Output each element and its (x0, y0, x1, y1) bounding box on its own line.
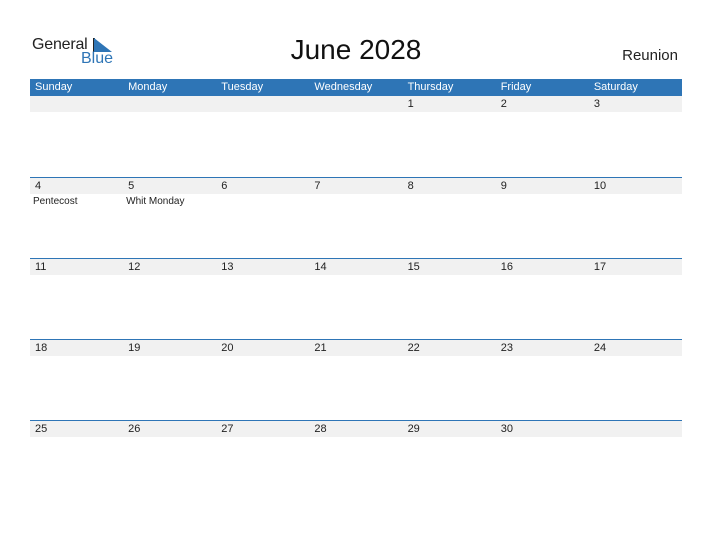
day-event (216, 356, 309, 357)
day-number: 18 (35, 342, 48, 354)
day-number (123, 96, 216, 112)
day-event (403, 194, 496, 208)
day-number: 5 (128, 180, 135, 192)
day-number: 13 (221, 261, 234, 273)
day-event (309, 437, 402, 438)
week-row: 1 2 3 (30, 96, 682, 177)
week-row: 4 5 6 7 8 9 10 Pentecost Whit Monday (30, 177, 682, 258)
day-event (403, 275, 496, 276)
weekday-monday: Monday (128, 81, 168, 93)
day-number: 15 (407, 261, 420, 273)
day-event (496, 356, 589, 357)
day-event (403, 356, 496, 357)
date-strip: 25 26 27 28 29 30 (30, 421, 682, 437)
day-number: 9 (500, 180, 507, 192)
week-row: 18 19 20 21 22 23 24 (30, 339, 682, 420)
event-strip: Pentecost Whit Monday (30, 194, 682, 208)
day-event (589, 275, 682, 276)
day-number: 30 (500, 423, 513, 435)
day-number: 3 (593, 98, 600, 110)
day-event (403, 112, 496, 113)
date-strip: 18 19 20 21 22 23 24 (30, 340, 682, 356)
day-event (589, 194, 682, 208)
day-number: 7 (314, 180, 321, 192)
date-strip: 1 2 3 (30, 96, 682, 112)
day-event (30, 275, 123, 276)
day-number (216, 96, 309, 112)
day-number: 25 (35, 423, 48, 435)
day-event (216, 275, 309, 276)
weekday-sunday: Sunday (35, 81, 73, 93)
day-number (30, 96, 123, 112)
day-event (216, 437, 309, 438)
day-number: 16 (500, 261, 513, 273)
day-number: 27 (221, 423, 234, 435)
day-number: 23 (500, 342, 513, 354)
weekday-thursday: Thursday (407, 81, 454, 93)
day-event (589, 356, 682, 357)
day-event (309, 194, 402, 208)
day-event (589, 112, 682, 113)
day-number: 8 (407, 180, 414, 192)
day-number: 24 (593, 342, 607, 354)
day-event (309, 356, 402, 357)
day-event (309, 112, 402, 113)
day-event (496, 194, 589, 208)
day-number: 17 (593, 261, 607, 273)
day-event (496, 275, 589, 276)
day-event (123, 112, 216, 113)
day-number (589, 421, 682, 437)
weekday-tuesday: Tuesday (221, 81, 264, 93)
day-event (30, 437, 123, 438)
week-row: 11 12 13 14 15 16 17 (30, 258, 682, 339)
day-event (216, 194, 309, 208)
day-number: 1 (407, 98, 414, 110)
day-number: 6 (221, 180, 228, 192)
day-number: 12 (128, 261, 141, 273)
day-event (123, 275, 216, 276)
day-event (30, 356, 123, 357)
day-event (496, 112, 589, 113)
day-number: 2 (500, 98, 507, 110)
day-number: 29 (407, 423, 420, 435)
day-event (123, 437, 216, 438)
calendar-grid: Sunday Monday Tuesday Wednesday Thursday Frid… (30, 79, 682, 501)
country-label: Reunion (622, 47, 678, 64)
day-number: 14 (314, 261, 327, 273)
event-strip (30, 275, 682, 276)
day-event (496, 437, 589, 438)
date-strip: 11 12 13 14 15 16 17 (30, 259, 682, 275)
week-row: 25 26 27 28 29 30 (30, 420, 682, 501)
day-number: 10 (593, 180, 607, 192)
event-strip (30, 112, 682, 113)
day-number: 26 (128, 423, 141, 435)
day-event (403, 437, 496, 438)
day-event (123, 356, 216, 357)
day-number: 19 (128, 342, 141, 354)
date-strip: 4 5 6 7 8 9 10 (30, 178, 682, 194)
day-number (309, 96, 402, 112)
day-number: 20 (221, 342, 234, 354)
day-event (309, 275, 402, 276)
day-event: Pentecost (33, 196, 78, 207)
event-strip (30, 437, 682, 438)
weekday-header: Sunday Monday Tuesday Wednesday Thursday Frid… (30, 79, 682, 96)
weekday-wednesday: Wednesday (314, 81, 373, 93)
weekday-friday: Friday (500, 81, 532, 93)
day-number: 22 (407, 342, 420, 354)
day-number: 21 (314, 342, 327, 354)
weekday-saturday: Saturday (593, 81, 638, 93)
day-number: 28 (314, 423, 327, 435)
day-number: 4 (35, 180, 42, 192)
day-event (589, 437, 682, 438)
day-event (30, 112, 123, 113)
day-event: Whit Monday (126, 196, 185, 207)
event-strip (30, 356, 682, 357)
page-title: June 2028 (290, 34, 422, 65)
day-event (216, 112, 309, 113)
day-number: 11 (35, 261, 47, 273)
